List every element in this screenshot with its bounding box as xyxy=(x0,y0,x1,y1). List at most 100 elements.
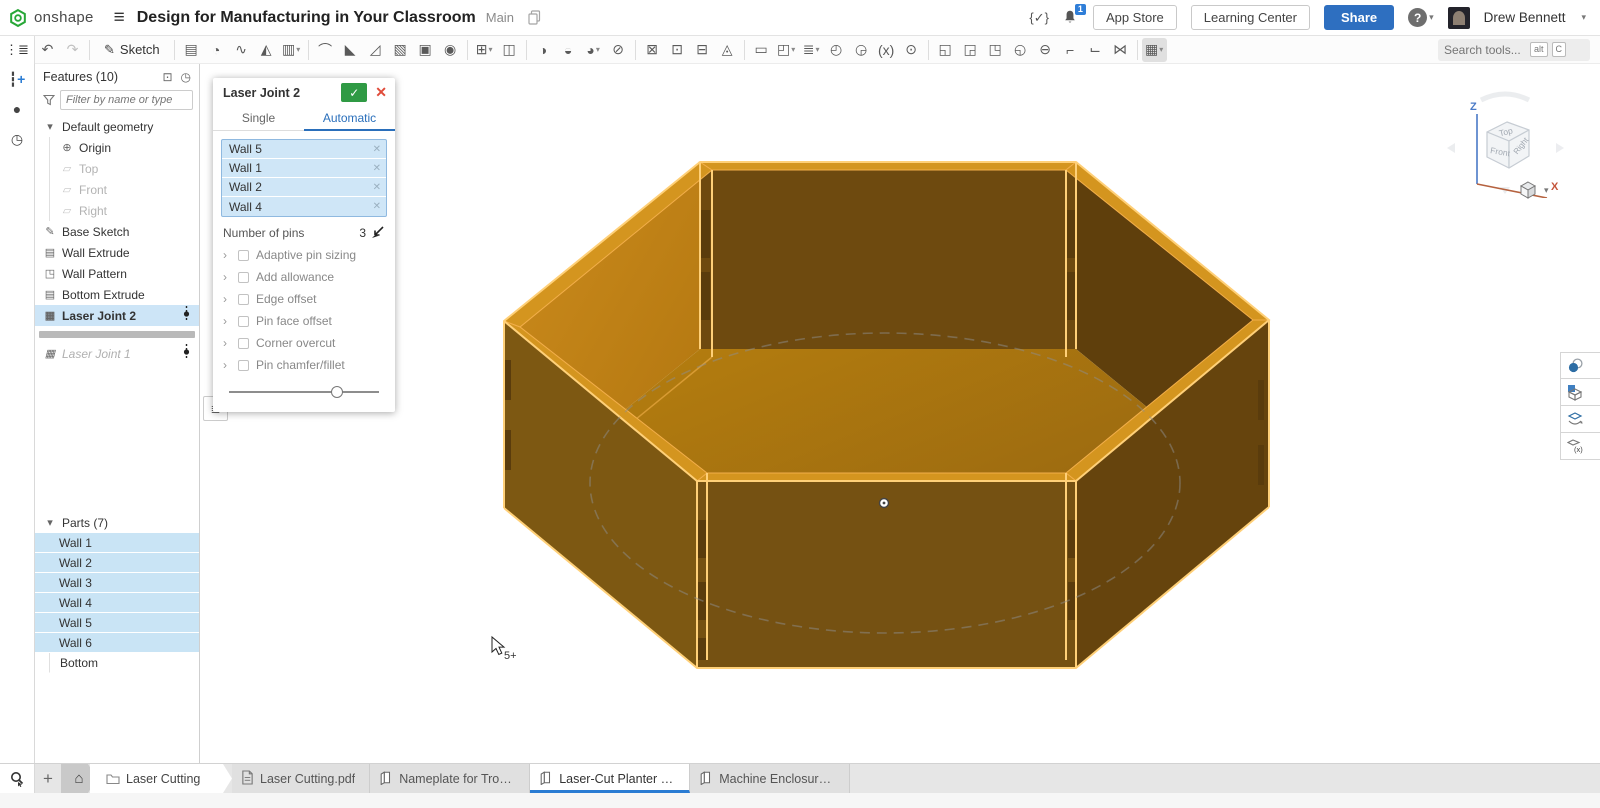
avatar[interactable] xyxy=(1448,7,1470,29)
split-icon[interactable]: ◒ xyxy=(556,38,581,62)
dialog-tab-single[interactable]: Single xyxy=(213,107,304,130)
feature-item-default-geometry[interactable]: ▾Default geometry xyxy=(35,116,199,137)
rollback-handle-icon[interactable] xyxy=(182,344,191,363)
remove-selection-icon[interactable]: ✕ xyxy=(373,144,381,155)
selected-entity-wall-4[interactable]: Wall 4✕ xyxy=(222,197,386,216)
checkbox[interactable] xyxy=(238,250,249,261)
variable-icon[interactable]: (x) xyxy=(874,38,899,62)
filter-funnel-icon[interactable] xyxy=(43,94,55,106)
feature-item-wall-extrude[interactable]: ▤Wall Extrude xyxy=(35,242,199,263)
document-tab-nameplate-for-trophy[interactable]: Nameplate for Trophy xyxy=(370,764,530,793)
named-views-button[interactable] xyxy=(1560,406,1600,433)
shell-icon[interactable]: ▣ xyxy=(413,38,438,62)
remove-selection-icon[interactable]: ✕ xyxy=(373,201,381,212)
feature-item-bottom-extrude[interactable]: ▤Bottom Extrude xyxy=(35,284,199,305)
mirror-icon[interactable]: ◫ xyxy=(497,38,522,62)
slider-knob[interactable] xyxy=(331,386,343,398)
sheet-metal-model-icon[interactable]: ◱ xyxy=(933,38,958,62)
history-icon[interactable]: ◷ xyxy=(11,132,23,146)
move-face-icon[interactable]: ⊠ xyxy=(640,38,665,62)
expand-chevron-icon[interactable]: › xyxy=(223,336,233,350)
document-tab-machine-enclosure-t-s-[interactable]: Machine Enclosure (T-S... xyxy=(690,764,850,793)
section-view-button[interactable] xyxy=(1560,379,1600,406)
chamfer-icon[interactable]: ◣ xyxy=(338,38,363,62)
model-viewport[interactable]: 5+ xyxy=(200,64,1600,763)
share-button[interactable]: Share xyxy=(1324,5,1394,30)
checkbox[interactable] xyxy=(238,294,249,305)
onshape-logo[interactable]: onshape xyxy=(0,8,104,28)
part-item-wall-4[interactable]: Wall 4 xyxy=(35,593,199,613)
unfold-icon[interactable]: ⊖ xyxy=(1033,38,1058,62)
part-item-wall-6[interactable]: Wall 6 xyxy=(35,633,199,653)
selected-entity-wall-2[interactable]: Wall 2✕ xyxy=(222,178,386,197)
hole-icon[interactable]: ◉ xyxy=(438,38,463,62)
sheet-metal-tab-icon[interactable]: ◳ xyxy=(983,38,1008,62)
project-curve-icon[interactable]: ◶ xyxy=(849,38,874,62)
sweep-icon[interactable]: ∿ xyxy=(229,38,254,62)
notifications-bell-icon[interactable]: 1 xyxy=(1063,9,1079,26)
feature-item-origin[interactable]: ⊕Origin xyxy=(49,137,199,158)
feature-list-toggle-icon[interactable]: ⋮≣ xyxy=(0,36,35,64)
cancel-button[interactable]: ✕ xyxy=(373,84,389,101)
accept-button[interactable]: ✓ xyxy=(341,83,367,102)
detail-slider[interactable] xyxy=(229,386,379,398)
search-tools-input[interactable] xyxy=(1444,43,1526,57)
checkbox[interactable] xyxy=(238,338,249,349)
part-item-wall-5[interactable]: Wall 5 xyxy=(35,613,199,633)
corner-break-icon[interactable]: ⌐ xyxy=(1058,38,1083,62)
feature-item-front[interactable]: ▱Front xyxy=(49,179,199,200)
selected-entity-wall-5[interactable]: Wall 5✕ xyxy=(222,140,386,159)
rollback-bar[interactable] xyxy=(39,331,195,338)
dialog-tab-automatic[interactable]: Automatic xyxy=(304,107,395,131)
search-tools-box[interactable]: alt C xyxy=(1438,39,1590,61)
feature-item-base-sketch[interactable]: ✎Base Sketch xyxy=(35,221,199,242)
learning-center-button[interactable]: Learning Center xyxy=(1191,5,1310,30)
boundary-surface-icon[interactable]: ◰▾ xyxy=(774,38,799,62)
comment-icon[interactable]: ● xyxy=(13,102,21,116)
feature-item-laser-joint-2[interactable]: ▦Laser Joint 2 xyxy=(35,305,199,326)
hamburger-menu-icon[interactable]: ≡ xyxy=(104,7,135,29)
part-item-wall-3[interactable]: Wall 3 xyxy=(35,573,199,593)
part-item-wall-2[interactable]: Wall 2 xyxy=(35,553,199,573)
display-states-button[interactable]: (x) xyxy=(1560,433,1600,460)
selected-entity-wall-1[interactable]: Wall 1✕ xyxy=(222,159,386,178)
create-folder-icon[interactable]: ⊡ xyxy=(162,70,172,84)
intersect-icon[interactable]: ◕▾ xyxy=(581,38,606,62)
remove-selection-icon[interactable]: ✕ xyxy=(373,182,381,193)
feature-item-laser-joint-1[interactable]: ▦Laser Joint 1 xyxy=(35,343,199,364)
help-menu[interactable]: ? ▾ xyxy=(1408,8,1434,27)
helix-icon[interactable]: ◴ xyxy=(824,38,849,62)
cross-section-icon[interactable]: ⋈ xyxy=(1108,38,1133,62)
flange-icon[interactable]: ◲ xyxy=(958,38,983,62)
expand-chevron-icon[interactable]: › xyxy=(223,358,233,372)
checkbox[interactable] xyxy=(238,272,249,283)
add-feature-icon[interactable]: ┇+ xyxy=(9,72,26,86)
boolean-icon[interactable]: ◑ xyxy=(531,38,556,62)
document-tab-laser-cut-planter-box-[interactable]: Laser-Cut Planter Box (... xyxy=(530,764,690,793)
folder-breadcrumb-tab[interactable]: Laser Cutting xyxy=(90,764,232,793)
expand-chevron-icon[interactable]: › xyxy=(223,292,233,306)
revolve-icon[interactable]: ◔ xyxy=(204,38,229,62)
replace-face-icon[interactable]: ⊟ xyxy=(690,38,715,62)
measure-arrow-icon[interactable] xyxy=(370,225,385,240)
expand-chevron-icon[interactable]: › xyxy=(223,314,233,328)
hexagonal-box-model[interactable] xyxy=(504,162,1269,668)
laser-joint-icon[interactable]: ▦▾ xyxy=(1142,38,1167,62)
add-tab-button[interactable]: + xyxy=(35,764,61,793)
search-tabs-icon[interactable] xyxy=(0,764,35,793)
sketch-button[interactable]: ✎Sketch xyxy=(94,42,170,58)
bend-icon[interactable]: ◵ xyxy=(1008,38,1033,62)
rip-icon[interactable]: ⌙ xyxy=(1083,38,1108,62)
copy-document-icon[interactable] xyxy=(528,10,541,25)
surface-icon[interactable]: ▭ xyxy=(749,38,774,62)
document-tab-laser-cutting-pdf[interactable]: Laser Cutting.pdf xyxy=(232,764,370,793)
thicken-icon[interactable]: ▥▾ xyxy=(279,38,304,62)
rib-icon[interactable]: ▧ xyxy=(388,38,413,62)
expand-chevron-icon[interactable]: › xyxy=(223,248,233,262)
planter-box-model[interactable]: 5+ xyxy=(200,64,1600,763)
featurescript-icon[interactable]: {✓} xyxy=(1029,10,1049,26)
feature-item-wall-pattern[interactable]: ◳Wall Pattern xyxy=(35,263,199,284)
view-options-menu[interactable]: ▾ xyxy=(1518,180,1549,200)
view-cube[interactable]: Z X Top Front Right xyxy=(1443,86,1568,198)
extrude-icon[interactable]: ▤ xyxy=(179,38,204,62)
